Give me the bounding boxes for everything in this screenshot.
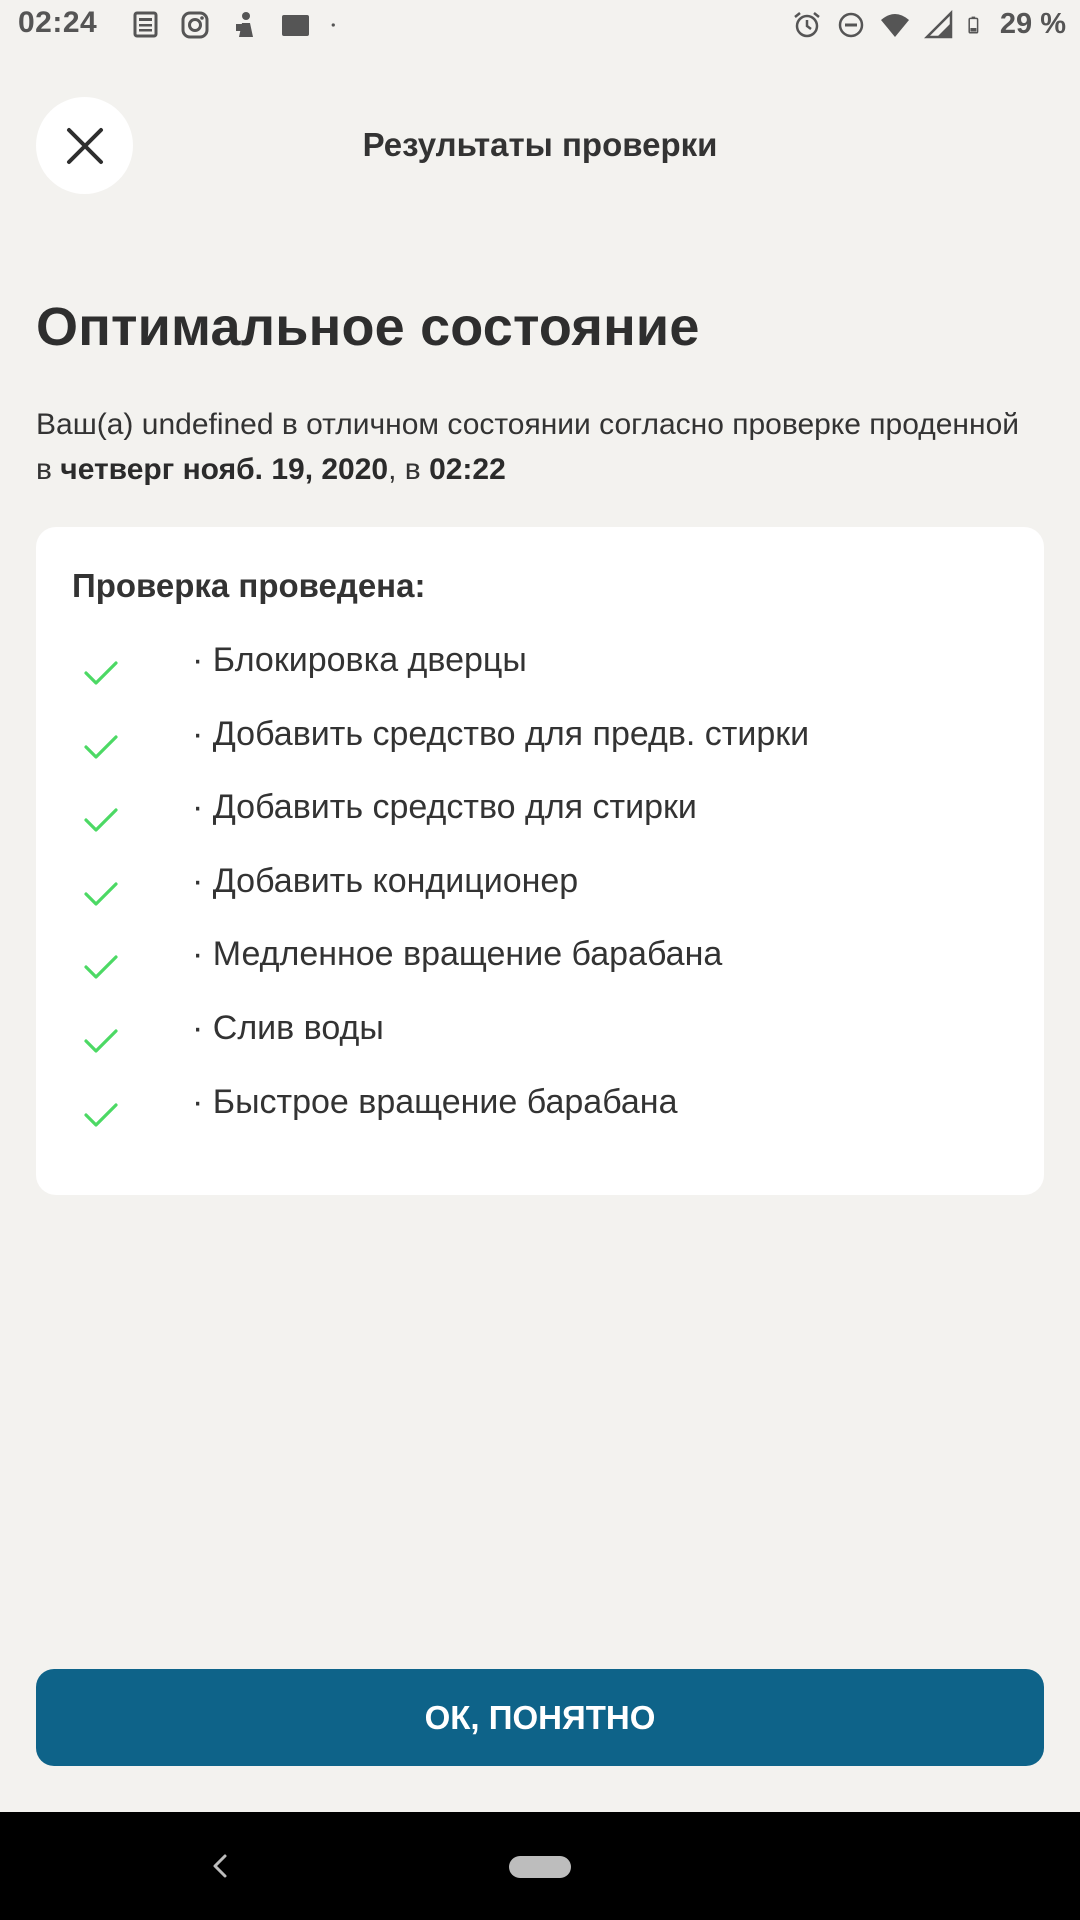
app-icon bbox=[282, 15, 309, 36]
list-item: · Добавить средство для предв. стирки bbox=[84, 715, 1004, 789]
ok-button[interactable]: ОК, ПОНЯТНО bbox=[36, 1669, 1044, 1766]
instagram-icon bbox=[181, 11, 209, 39]
news-icon bbox=[133, 11, 158, 38]
status-heading: Оптимальное состояние bbox=[36, 297, 700, 357]
list-item: · Быстрое вращение барабана bbox=[84, 1083, 1004, 1157]
check-item-label: · Медленное вращение барабана bbox=[192, 935, 723, 974]
delivery-icon bbox=[236, 12, 253, 37]
home-pill-icon[interactable] bbox=[509, 1856, 571, 1878]
battery-icon bbox=[968, 16, 979, 34]
check-date: четверг нояб. 19, 2020 bbox=[60, 453, 389, 486]
card-title: Проверка проведена: bbox=[72, 567, 426, 604]
check-icon bbox=[84, 955, 118, 979]
check-item-label: · Быстрое вращение барабана bbox=[192, 1082, 678, 1121]
check-item-label: · Добавить средство для предв. стирки bbox=[192, 714, 810, 753]
status-bar: 02:24 29 % bbox=[0, 0, 1080, 52]
list-item: · Медленное вращение барабана bbox=[84, 935, 1004, 1009]
status-time: 02:24 bbox=[18, 6, 98, 39]
alarm-icon bbox=[794, 11, 820, 37]
check-item-label: · Добавить кондиционер bbox=[192, 861, 579, 900]
check-list: · Блокировка дверцы · Добавить средство … bbox=[84, 641, 1004, 1156]
check-icon bbox=[84, 1029, 118, 1053]
description-separator: , в bbox=[388, 453, 430, 486]
status-notification-icons bbox=[130, 10, 344, 40]
check-icon bbox=[84, 734, 118, 759]
list-item: · Добавить средство для стирки bbox=[84, 788, 1004, 862]
check-icon bbox=[84, 882, 118, 906]
check-item-label: · Блокировка дверцы bbox=[192, 641, 527, 679]
check-results-card: Проверка проведена: · Блокировка дверцы … bbox=[36, 527, 1044, 1195]
signal-icon bbox=[923, 9, 953, 38]
page-title: Результаты проверки bbox=[362, 126, 718, 163]
check-icon bbox=[84, 661, 118, 685]
check-item-label: · Добавить средство для стирки bbox=[192, 788, 697, 827]
check-item-label: · Слив воды bbox=[192, 1008, 384, 1047]
status-system-icons: 29 % bbox=[792, 8, 1066, 41]
list-item: · Блокировка дверцы bbox=[84, 641, 1004, 715]
do-not-disturb-icon bbox=[838, 12, 864, 37]
dot-icon bbox=[331, 23, 335, 27]
check-icon bbox=[84, 808, 118, 832]
back-icon[interactable] bbox=[205, 1848, 235, 1884]
battery-level: 29 % bbox=[999, 8, 1066, 40]
list-item: · Слив воды bbox=[84, 1009, 1004, 1083]
check-icon bbox=[84, 1102, 118, 1127]
wifi-icon bbox=[880, 13, 909, 37]
check-time: 02:22 bbox=[429, 453, 506, 486]
list-item: · Добавить кондиционер bbox=[84, 862, 1004, 936]
check-description: Ваш(а) undefined в отличном состоянии со… bbox=[36, 402, 1036, 492]
